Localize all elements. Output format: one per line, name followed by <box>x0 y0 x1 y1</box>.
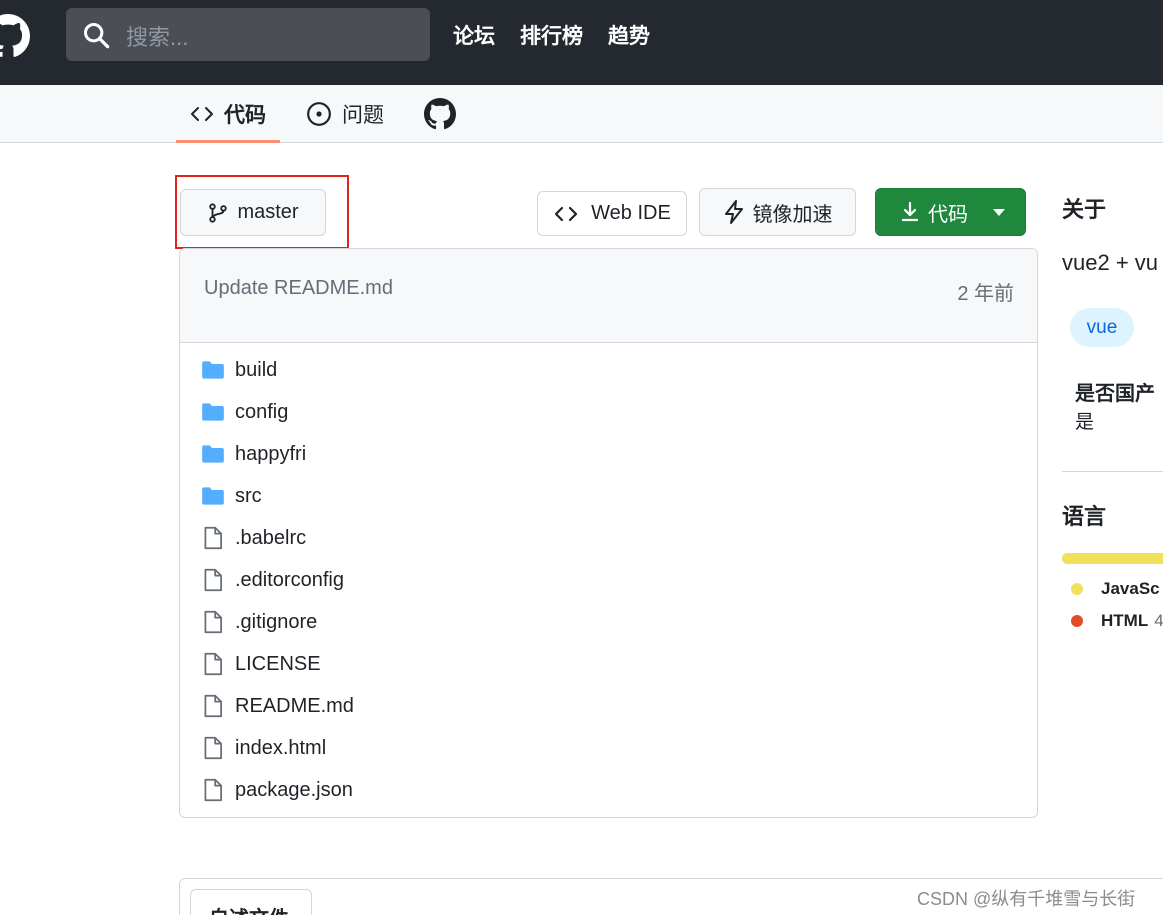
topic-tag[interactable]: vue <box>1070 308 1134 347</box>
file-name: index.html <box>235 736 327 759</box>
tab-issues[interactable]: 问题 <box>306 85 384 142</box>
folder-row[interactable]: build <box>200 354 277 386</box>
file-name: .gitignore <box>235 610 318 633</box>
about-title: 关于 <box>1062 197 1107 222</box>
nav-ranking-link[interactable]: 排行榜 <box>520 20 583 50</box>
web-ide-button[interactable]: Web IDE <box>537 191 687 236</box>
commit-time: 2 年前 <box>957 283 1014 305</box>
language-color-dot <box>1071 615 1083 627</box>
file-icon <box>204 778 222 802</box>
tab-issues-label: 问题 <box>342 103 384 127</box>
code-icon <box>555 206 578 221</box>
sidebar-divider <box>1062 471 1163 472</box>
language-percent: 4 <box>1154 611 1163 630</box>
tab-github-mirror[interactable] <box>424 85 466 142</box>
language-name: JavaSc <box>1101 579 1160 598</box>
domestic-value: 是 <box>1075 412 1095 433</box>
folder-row[interactable]: config <box>200 396 288 428</box>
file-icon <box>204 526 222 550</box>
git-branch-icon <box>209 202 228 223</box>
file-name: .editorconfig <box>235 568 344 591</box>
folder-row[interactable]: src <box>200 480 262 512</box>
latest-commit: Update README.md 2 年前 <box>180 249 1037 343</box>
mirror-accelerate-button[interactable]: 镜像加速 <box>699 188 856 236</box>
file-row[interactable]: .gitignore <box>200 606 317 638</box>
search-placeholder: 搜索... <box>126 25 189 50</box>
file-name: config <box>235 400 289 423</box>
file-name: package.json <box>235 778 353 801</box>
file-icon <box>204 694 222 718</box>
language-name: HTML <box>1101 611 1149 630</box>
chevron-down-icon <box>993 209 1005 216</box>
file-list: Update README.md 2 年前 build config happyfr… <box>179 248 1038 818</box>
file-icon <box>204 568 222 592</box>
repo-nav: 代码 问题 <box>0 85 1163 143</box>
folder-icon <box>202 403 224 421</box>
language-item: JavaSc <box>1071 579 1160 599</box>
search-icon <box>83 22 110 49</box>
readme-tab[interactable]: 自述文件 <box>190 889 312 915</box>
github-logo-icon[interactable] <box>0 14 30 58</box>
file-name: README.md <box>235 694 354 717</box>
file-icon <box>204 652 222 676</box>
download-icon <box>901 201 919 222</box>
watermark: CSDN @纵有千堆雪与长街 <box>917 889 1136 909</box>
file-name: .babelrc <box>235 526 307 549</box>
file-icon <box>204 610 222 634</box>
branch-name: master <box>237 201 299 223</box>
nav-forum-link[interactable]: 论坛 <box>453 20 495 50</box>
tab-code[interactable]: 代码 <box>176 85 280 143</box>
web-ide-label: Web IDE <box>591 202 671 224</box>
file-icon <box>204 736 222 760</box>
github-icon <box>424 97 456 129</box>
file-name: src <box>235 484 262 507</box>
code-button-label: 代码 <box>928 203 968 226</box>
file-row[interactable]: .babelrc <box>200 522 306 554</box>
languages-title: 语言 <box>1062 504 1107 529</box>
zap-icon <box>724 200 743 224</box>
language-item: HTML 4 <box>1071 611 1163 631</box>
code-icon <box>191 106 213 121</box>
file-row[interactable]: index.html <box>200 732 326 764</box>
tab-code-label: 代码 <box>224 103 266 127</box>
code-download-button[interactable]: 代码 <box>875 188 1026 236</box>
language-bar <box>1062 553 1163 564</box>
commit-message[interactable]: Update README.md <box>204 277 393 300</box>
folder-icon <box>202 487 224 505</box>
top-header: 搜索... 论坛 排行榜 趋势 <box>0 0 1163 85</box>
repo-description: vue2 + vu <box>1062 250 1159 275</box>
mirror-label: 镜像加速 <box>752 203 833 226</box>
issue-icon <box>307 101 331 126</box>
file-name: happyfri <box>235 442 307 465</box>
search-input[interactable]: 搜索... <box>66 8 430 61</box>
file-row[interactable]: .editorconfig <box>200 564 344 596</box>
folder-icon <box>202 445 224 463</box>
domestic-label: 是否国产 <box>1075 383 1155 405</box>
file-name: LICENSE <box>235 652 321 675</box>
file-row[interactable]: README.md <box>200 690 354 722</box>
folder-icon <box>202 361 224 379</box>
language-color-dot <box>1071 583 1083 595</box>
file-row[interactable]: package.json <box>200 774 353 806</box>
branch-select-button[interactable]: master <box>180 189 326 236</box>
nav-trending-link[interactable]: 趋势 <box>608 20 650 50</box>
file-name: build <box>235 358 278 381</box>
folder-row[interactable]: happyfri <box>200 438 306 470</box>
file-row[interactable]: LICENSE <box>200 648 321 680</box>
